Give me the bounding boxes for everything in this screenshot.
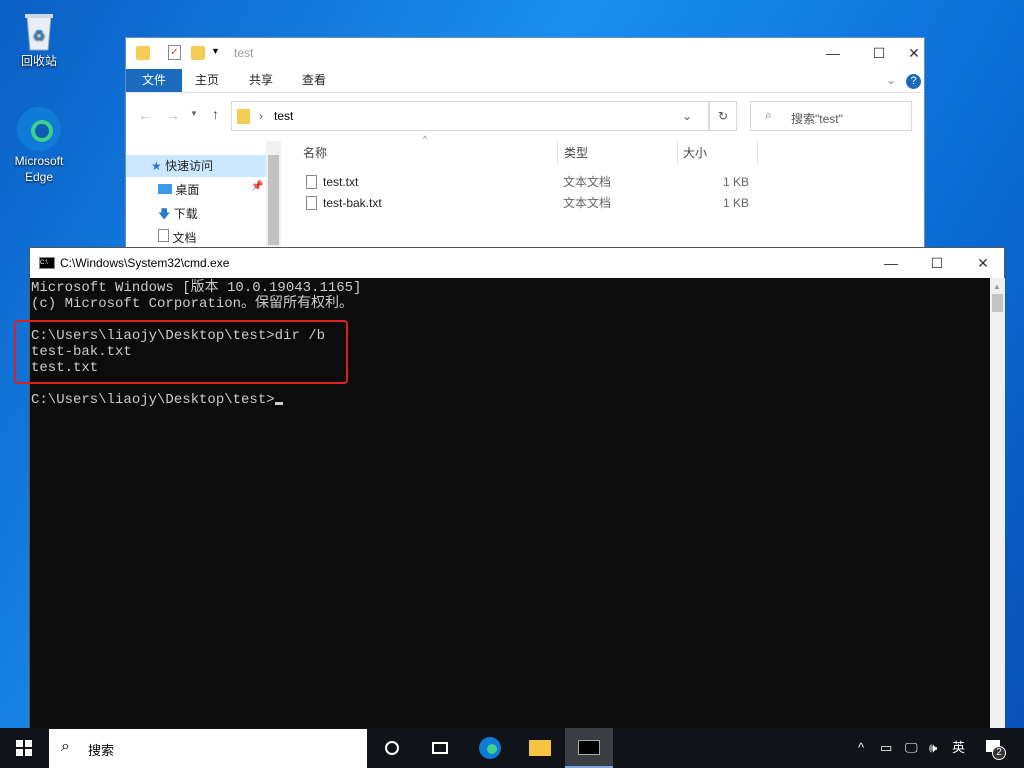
text-file-icon (306, 196, 317, 210)
nav-scrollbar[interactable] (266, 141, 281, 253)
tab-home[interactable]: 主页 (182, 69, 232, 92)
help-icon[interactable]: ? (906, 74, 921, 89)
column-header-size[interactable]: 大小 (678, 141, 758, 166)
file-explorer-window: ✓ ▼ test — ☐ ✕ 文件 主页 共享 查看 ⌄ ? ← → ▼ ↑ ›… (125, 37, 926, 253)
forward-button[interactable]: → (166, 107, 180, 123)
taskbar-file-explorer[interactable] (516, 728, 564, 768)
close-button[interactable]: ✕ (960, 248, 1006, 278)
tab-view[interactable]: 查看 (289, 69, 339, 92)
cortana-button[interactable] (368, 728, 416, 768)
desktop-icon-label: 回收站 (20, 54, 57, 68)
recent-locations-icon[interactable]: ▼ (190, 109, 198, 118)
up-button[interactable]: ↑ (212, 106, 219, 122)
cmd-icon (578, 739, 600, 755)
refresh-button[interactable]: ↻ (709, 101, 737, 131)
edge-icon (479, 737, 501, 759)
console-scrollbar[interactable]: ▲ (990, 278, 1005, 728)
search-placeholder: 搜索"test" (791, 112, 843, 126)
file-type: 文本文档 (563, 175, 612, 189)
cmd-icon: C:\ (39, 257, 55, 269)
title-bar[interactable]: C:\ C:\Windows\System32\cmd.exe — ☐ ✕ (30, 248, 1004, 278)
nav-label: 文档 (172, 231, 197, 245)
new-folder-icon[interactable] (191, 46, 205, 60)
address-dropdown-icon[interactable]: ⌄ (682, 109, 692, 123)
file-name: test-bak.txt (323, 196, 382, 210)
network-icon[interactable]: 🖵 (905, 728, 918, 768)
breadcrumb-separator: › (259, 109, 263, 123)
nav-desktop[interactable]: 桌面 (126, 179, 199, 201)
navigation-pane: ★ 快速访问 桌面 🡇 下载 文档 📌 (126, 141, 281, 253)
file-row[interactable]: test-bak.txt 文本文档 1 KB (306, 193, 906, 213)
folder-icon (529, 740, 551, 756)
edge-icon (17, 105, 61, 151)
folder-icon (237, 109, 250, 124)
console-prompt[interactable]: C:\Users\liaojy\Desktop\test> (31, 392, 283, 408)
address-bar[interactable]: › test ⌄ (231, 101, 709, 131)
nav-label: 下载 (173, 207, 198, 221)
star-icon: ★ (151, 159, 162, 173)
task-view-icon (432, 742, 448, 754)
file-size: 1 KB (723, 196, 750, 210)
cortana-icon (385, 741, 399, 755)
taskbar-cmd[interactable] (565, 728, 613, 768)
desktop-icon-edge[interactable]: Microsoft Edge (7, 105, 71, 185)
nav-documents[interactable]: 文档 (126, 227, 196, 249)
nav-downloads[interactable]: 🡇 下载 (126, 203, 198, 225)
file-size: 1 KB (723, 175, 750, 189)
back-button[interactable]: ← (138, 107, 152, 123)
window-title: C:\Windows\System32\cmd.exe (60, 256, 230, 270)
nav-label: 桌面 (175, 183, 200, 197)
show-hidden-icons[interactable]: ^ (858, 728, 864, 768)
nav-quick-access[interactable]: ★ 快速访问 (126, 155, 266, 177)
taskbar: ⌕ 搜索 ^ ▭ 🖵 🕪 英 2 (0, 728, 1024, 768)
close-button[interactable]: ✕ (902, 38, 926, 68)
document-icon (158, 229, 169, 242)
battery-icon[interactable]: ▭ (880, 728, 892, 768)
customize-toolbar-icon[interactable]: ▼ (211, 46, 220, 56)
expand-ribbon-icon[interactable]: ⌄ (886, 73, 896, 87)
file-row[interactable]: test.txt 文本文档 1 KB (306, 172, 906, 192)
maximize-button[interactable]: ☐ (914, 248, 960, 278)
desktop-icon-recycle-bin[interactable]: ♻ 回收站 (7, 8, 71, 69)
search-icon: ⌕ (61, 738, 70, 755)
desktop-icon (158, 184, 172, 194)
ime-indicator[interactable]: 英 (952, 728, 965, 768)
minimize-button[interactable]: — (810, 38, 856, 68)
address-text[interactable]: test (274, 109, 293, 123)
volume-icon[interactable]: 🕪 (929, 728, 937, 768)
recycle-bin-icon: ♻ (19, 8, 59, 51)
search-box[interactable]: ⌕ 搜索"test" (750, 101, 912, 131)
task-view-button[interactable] (416, 728, 464, 768)
notification-center[interactable]: 2 (984, 728, 1014, 768)
highlight-box (14, 320, 348, 384)
taskbar-edge[interactable] (466, 728, 514, 768)
column-header-name[interactable]: 名称 (296, 141, 558, 166)
taskbar-search-box[interactable]: ⌕ 搜索 (49, 729, 367, 768)
prompt-text: C:\Users\liaojy\Desktop\test> (31, 392, 275, 408)
column-header-type[interactable]: 类型 (558, 141, 678, 166)
search-placeholder: 搜索 (88, 743, 115, 758)
properties-icon[interactable]: ✓ (168, 45, 181, 60)
windows-icon (16, 740, 32, 756)
start-button[interactable] (0, 728, 48, 768)
console-line: (c) Microsoft Corporation。保留所有权利。 (31, 296, 354, 312)
tab-share[interactable]: 共享 (236, 69, 286, 92)
minimize-button[interactable]: — (868, 248, 914, 278)
cursor (274, 402, 283, 405)
file-type: 文本文档 (563, 196, 612, 210)
nav-label: 快速访问 (165, 159, 214, 173)
text-file-icon (306, 175, 317, 189)
window-title: test (234, 46, 254, 60)
pin-icon[interactable]: 📌 (251, 181, 263, 192)
folder-icon (136, 46, 150, 60)
download-icon: 🡇 (158, 207, 171, 221)
desktop-icon-label: Microsoft Edge (14, 154, 64, 184)
file-name: test.txt (323, 175, 359, 189)
tab-file[interactable]: 文件 (126, 69, 182, 92)
search-icon: ⌕ (765, 108, 772, 122)
maximize-button[interactable]: ☐ (856, 38, 902, 68)
notification-count: 2 (992, 746, 1006, 760)
svg-text:♻: ♻ (33, 27, 46, 43)
console-line: Microsoft Windows [版本 10.0.19043.1165] (31, 280, 362, 296)
